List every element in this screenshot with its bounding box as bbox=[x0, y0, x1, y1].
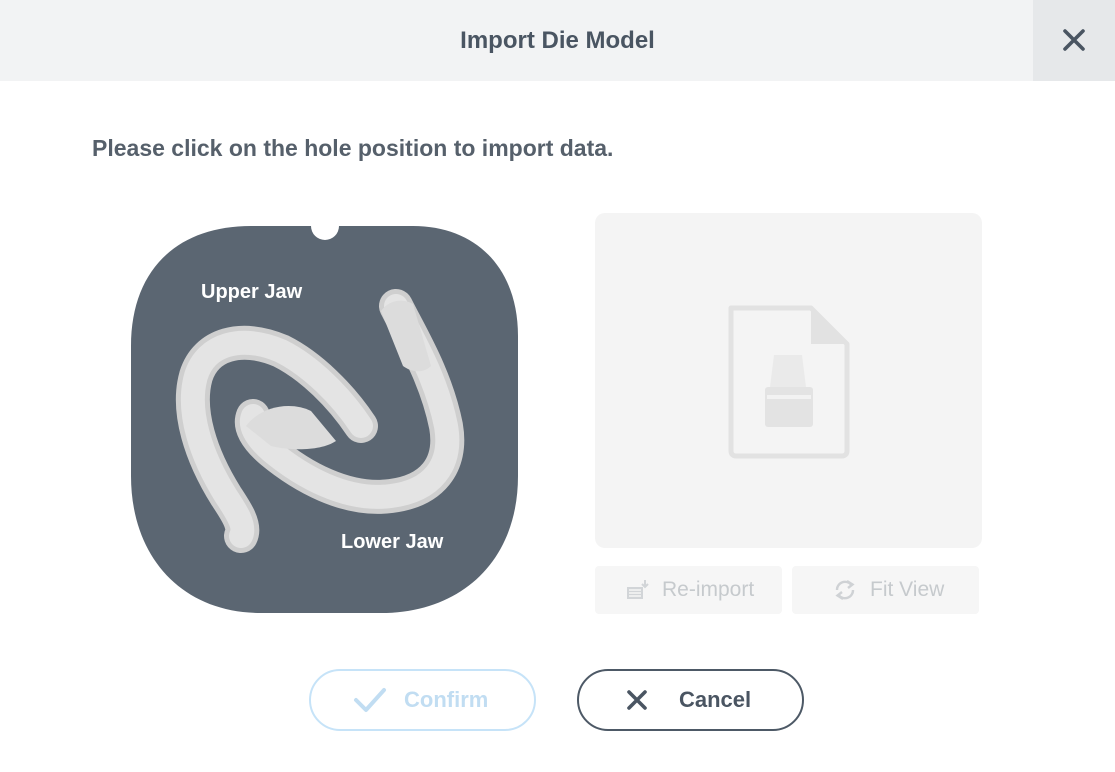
dialog-title: Import Die Model bbox=[460, 27, 655, 54]
cancel-button[interactable]: Cancel bbox=[577, 669, 804, 731]
reimport-icon bbox=[627, 580, 649, 599]
import-die-model-dialog: Import Die Model Please click on the hol… bbox=[0, 0, 1115, 772]
die-plate[interactable] bbox=[131, 226, 518, 613]
model-preview-panel bbox=[595, 213, 982, 548]
close-icon bbox=[627, 690, 647, 710]
reimport-label: Re-import bbox=[662, 578, 755, 601]
close-icon bbox=[1063, 29, 1085, 51]
dialog-titlebar: Import Die Model bbox=[0, 0, 1115, 81]
die-file-icon bbox=[728, 305, 850, 459]
dialog-close-button[interactable] bbox=[1033, 0, 1115, 81]
confirm-button[interactable]: Confirm bbox=[309, 669, 536, 731]
confirm-label: Confirm bbox=[404, 687, 489, 712]
lower-jaw-label[interactable]: Lower Jaw bbox=[341, 531, 443, 554]
cancel-label: Cancel bbox=[679, 687, 752, 712]
fit-view-label: Fit View bbox=[870, 578, 945, 601]
refresh-icon bbox=[835, 579, 855, 601]
check-icon bbox=[354, 688, 386, 712]
reimport-button[interactable]: Re-import bbox=[595, 566, 782, 614]
upper-jaw-label[interactable]: Upper Jaw bbox=[201, 281, 302, 304]
fit-view-button[interactable]: Fit View bbox=[792, 566, 979, 614]
jaw-plate-graphic bbox=[131, 226, 518, 613]
instruction-text: Please click on the hole position to imp… bbox=[92, 135, 614, 161]
